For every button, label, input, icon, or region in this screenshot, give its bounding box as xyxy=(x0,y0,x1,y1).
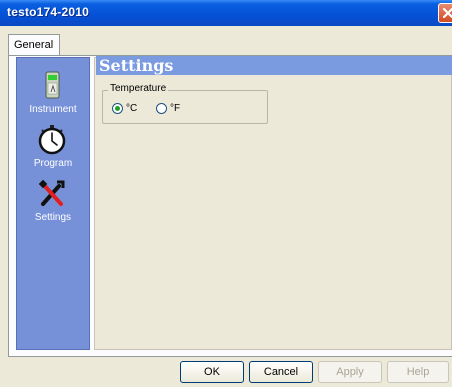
radio-fahrenheit-indicator[interactable] xyxy=(156,103,167,114)
sidebar-item-label: Settings xyxy=(34,212,72,223)
window-title: testo174-2010 xyxy=(7,5,89,19)
apply-button[interactable]: Apply xyxy=(318,361,382,383)
radio-celsius-indicator[interactable] xyxy=(112,103,123,114)
cancel-button[interactable]: Cancel xyxy=(249,361,313,383)
temperature-group-label: Temperature xyxy=(108,83,169,94)
tools-icon xyxy=(37,178,67,210)
close-icon xyxy=(442,7,452,19)
close-button[interactable] xyxy=(438,3,452,23)
radio-celsius-label: °C xyxy=(126,103,138,114)
tab-general-label: General xyxy=(14,39,54,51)
instrument-device-icon xyxy=(37,70,67,102)
help-button[interactable]: Help xyxy=(387,361,449,383)
tab-general[interactable]: General xyxy=(8,34,60,56)
radio-fahrenheit-label: °F xyxy=(170,103,181,114)
sidebar-item-label: Program xyxy=(33,158,73,169)
stopwatch-icon xyxy=(37,124,67,156)
sidebar-item-label: Instrument xyxy=(29,104,77,115)
ok-button[interactable]: OK xyxy=(180,361,244,383)
sidebar: Instrument Program Settings xyxy=(16,57,90,350)
title-bar[interactable]: testo174-2010 xyxy=(0,0,452,26)
page-title: Settings xyxy=(96,56,452,75)
settings-dialog: testo174-2010 General Instrument Program… xyxy=(0,0,452,387)
